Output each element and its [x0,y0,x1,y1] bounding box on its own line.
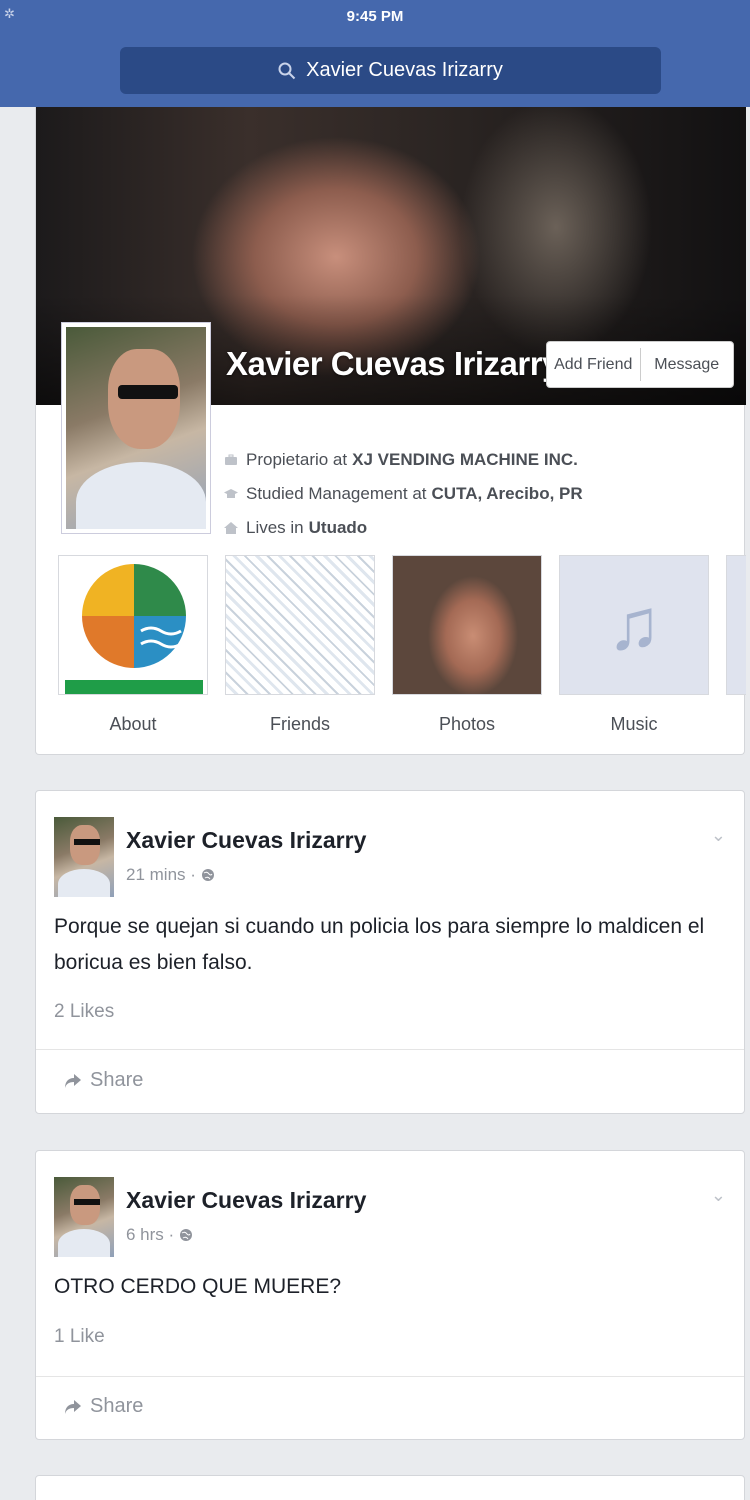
avatar-shirt [58,1229,110,1257]
share-icon [65,1399,81,1414]
status-time: 9:45 PM [346,8,404,25]
share-label: Share [90,1395,144,1417]
globe-icon [179,1229,192,1241]
avatar-sunglasses [74,1199,100,1205]
music-tile[interactable]: ♫ [559,555,709,695]
about-logo-icon [65,564,203,694]
post-text: OTRO CERDO QUE MUERE? [54,1275,342,1298]
avatar-shirt [76,462,206,529]
avatar-sunglasses [118,385,178,399]
meta-separator: · [185,865,201,884]
post-likes[interactable]: 1 Like [54,1326,105,1348]
post-card: Xavier Cuevas Irizarry 6 hrs · ⌄ OTRO CE… [35,1150,745,1440]
chevron-down-icon[interactable]: ⌄ [711,825,726,846]
share-button[interactable]: Share [64,1395,143,1418]
post-card [35,1475,745,1500]
briefcase-icon [225,454,237,465]
avatar-head [108,349,180,449]
more-tile[interactable] [726,555,746,695]
avatar-shirt [58,869,110,897]
graduation-cap-icon [224,489,238,498]
top-bar: ✲ 9:45 PM Xavier Cuevas Irizarry [0,0,750,107]
tile-label-about[interactable]: About [58,714,208,735]
avatar[interactable] [54,817,114,897]
search-bar[interactable]: Xavier Cuevas Irizarry [120,47,661,94]
info-education-value[interactable]: CUTA, Arecibo, PR [432,484,583,504]
post-time[interactable]: 6 hrs [126,1225,164,1245]
post-card: Xavier Cuevas Irizarry 21 mins · ⌄ Porqu… [35,790,745,1114]
chevron-down-icon[interactable]: ⌄ [711,1185,726,1206]
info-location-value[interactable]: Utuado [309,518,368,538]
add-friend-button[interactable]: Add Friend [547,342,640,387]
music-note-icon: ♫ [607,585,661,665]
post-likes[interactable]: 2 Likes [54,1001,114,1023]
info-education-prefix: Studied Management at [246,484,427,503]
search-icon [278,62,296,79]
meta-separator: · [163,1225,179,1244]
message-button[interactable]: Message [641,342,734,387]
post-author[interactable]: Xavier Cuevas Irizarry [126,827,366,854]
search-query: Xavier Cuevas Irizarry [306,59,503,81]
profile-card: Xavier Cuevas Irizarry Add Friend Messag… [35,107,746,755]
profile-actions: Add Friend Message [546,341,734,388]
avatar [66,327,206,529]
globe-icon [201,869,214,881]
info-location: Lives in Utuado [224,518,367,538]
avatar[interactable] [54,1177,114,1257]
avatar-head [70,825,100,865]
friends-tile[interactable] [225,555,375,695]
info-work-prefix: Propietario at [246,450,348,469]
share-label: Share [90,1069,144,1091]
info-education: Studied Management at CUTA, Arecibo, PR [224,484,583,504]
info-location-prefix: Lives in [246,518,304,537]
avatar-sunglasses [74,839,100,845]
about-tile[interactable] [58,555,208,695]
tile-label-music[interactable]: Music [559,714,709,735]
post-meta: 21 mins · [126,865,215,885]
post-divider [36,1049,744,1050]
profile-picture[interactable] [61,322,211,534]
info-work-value[interactable]: XJ VENDING MACHINE INC. [352,450,578,470]
tile-label-photos[interactable]: Photos [392,714,542,735]
info-work: Propietario at XJ VENDING MACHINE INC. [224,450,578,470]
tile-label-friends[interactable]: Friends [225,714,375,735]
post-time[interactable]: 21 mins [126,865,186,885]
post-text: Porque se quejan si cuando un policia lo… [54,915,705,974]
avatar-head [70,1185,100,1225]
post-divider [36,1376,744,1377]
profile-name: Xavier Cuevas Irizarry [226,345,560,382]
share-button[interactable]: Share [64,1069,143,1092]
photos-tile[interactable] [392,555,542,695]
post-author[interactable]: Xavier Cuevas Irizarry [126,1187,366,1214]
home-icon [224,522,238,534]
share-icon [65,1073,81,1088]
post-meta: 6 hrs · [126,1225,193,1245]
